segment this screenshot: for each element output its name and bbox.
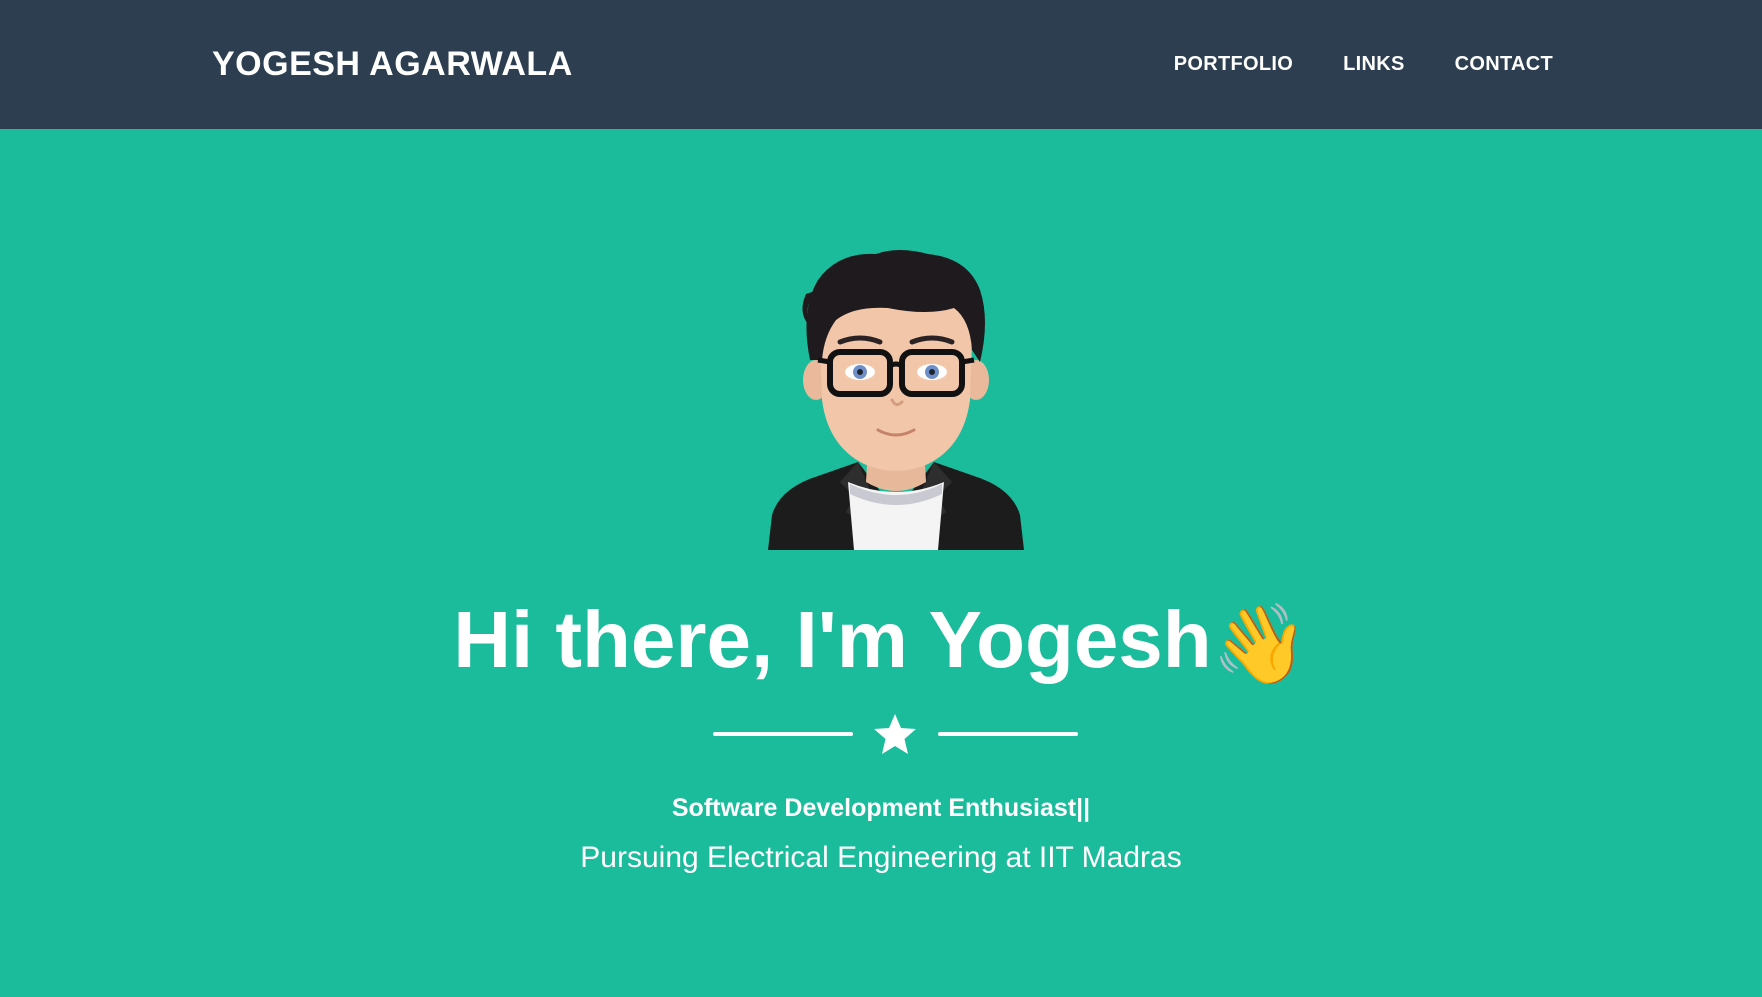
top-navbar: YOGESH AGARWALA PORTFOLIO LINKS CONTACT (0, 0, 1762, 129)
hero-subtitle: Software Development Enthusiast|| (671, 794, 1091, 822)
star-icon (874, 714, 916, 754)
hero-heading-text: Hi there, I'm Yogesh (453, 595, 1212, 684)
hero-heading: Hi there, I'm Yogesh👋 (0, 590, 1762, 690)
nav-links: PORTFOLIO LINKS CONTACT (1174, 51, 1553, 77)
hero-tagline: Pursuing Electrical Engineering at IIT M… (580, 841, 1182, 874)
waving-hand-icon: 👋 (1211, 600, 1309, 688)
avatar-image (768, 250, 1024, 550)
nav-link-portfolio[interactable]: PORTFOLIO (1174, 51, 1293, 77)
nav-link-links[interactable]: LINKS (1343, 51, 1405, 77)
divider-line-left (713, 732, 853, 736)
divider-line-right (938, 732, 1078, 736)
brand-link[interactable]: YOGESH AGARWALA (212, 44, 573, 84)
star-divider (0, 710, 1762, 758)
nav-link-contact[interactable]: CONTACT (1455, 51, 1553, 77)
